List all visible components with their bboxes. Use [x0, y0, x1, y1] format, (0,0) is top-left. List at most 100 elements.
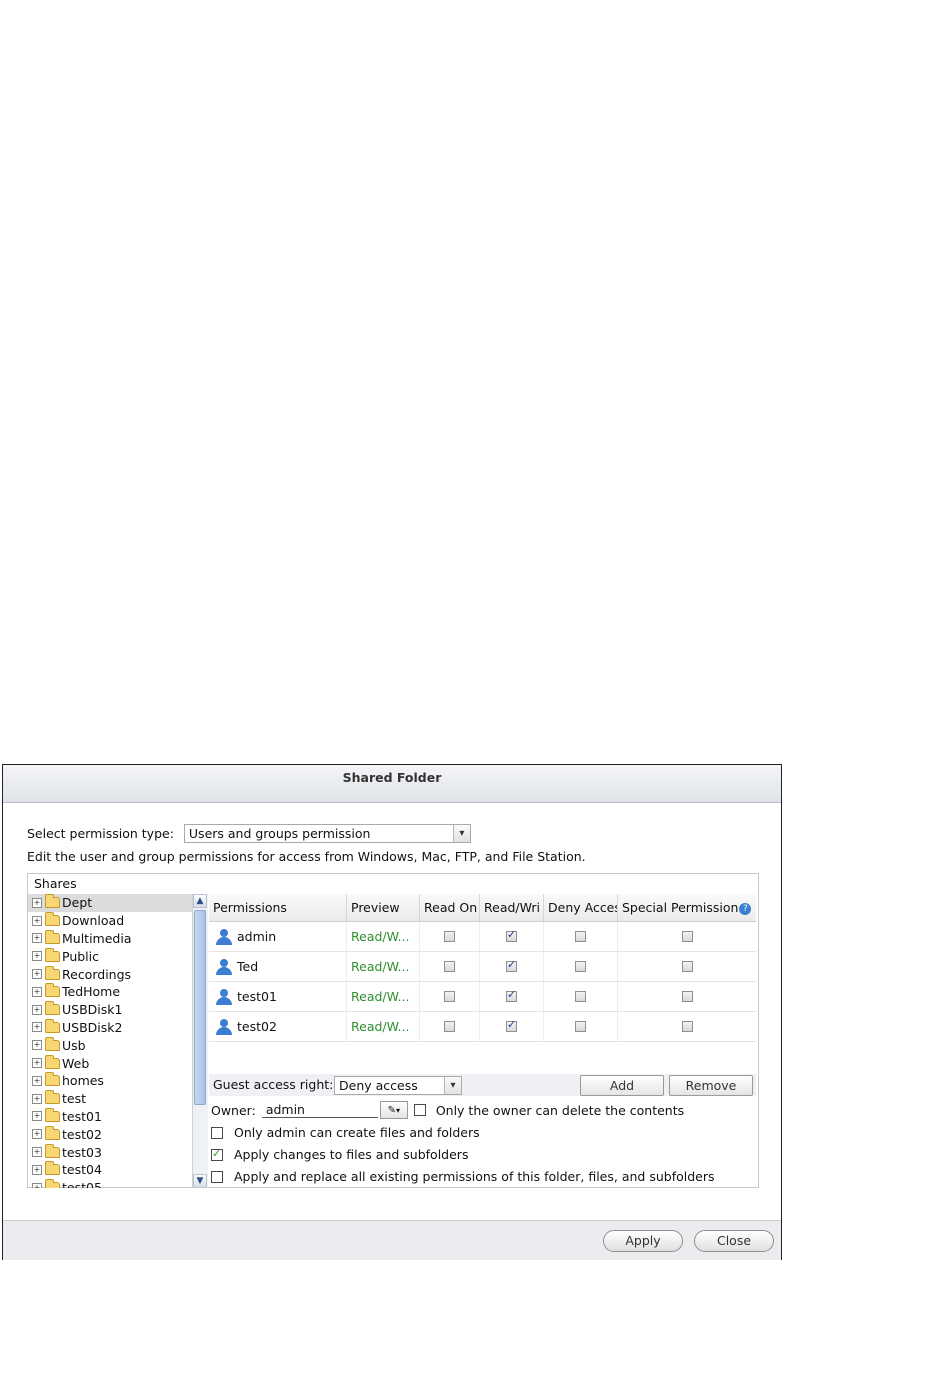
help-icon[interactable]: ? [739, 903, 752, 915]
apply-changes-checkbox[interactable] [211, 1147, 223, 1161]
remove-button[interactable]: Remove [669, 1075, 753, 1096]
share-item[interactable]: + Web [28, 1054, 192, 1072]
folder-icon [45, 1090, 60, 1105]
deny-access-checkbox[interactable] [575, 991, 586, 1002]
preview-cell: Read/W... [347, 952, 420, 981]
read-write-checkbox[interactable] [506, 958, 517, 972]
share-item[interactable]: + test03 [28, 1143, 192, 1161]
share-item[interactable]: + Recordings [28, 965, 192, 983]
read-write-checkbox[interactable] [506, 1018, 517, 1032]
user-name: test01 [237, 989, 277, 1004]
special-cell [618, 922, 756, 951]
share-item[interactable]: + test [28, 1090, 192, 1108]
expand-icon[interactable]: + [32, 986, 42, 997]
header-read-only[interactable]: Read On [420, 894, 480, 921]
folder-icon [45, 983, 60, 998]
expand-icon[interactable]: + [32, 1022, 42, 1033]
grid-body: admin Read/W... Ted Read/W... test01 Read/W..… [209, 922, 756, 1042]
permission-type-label: Select permission type: [27, 826, 174, 841]
add-button[interactable]: Add [580, 1075, 664, 1096]
share-item[interactable]: + TedHome [28, 983, 192, 1001]
share-item[interactable]: + test04 [28, 1161, 192, 1179]
read-only-checkbox[interactable] [444, 991, 455, 1002]
read-write-checkbox[interactable] [506, 928, 517, 942]
share-item[interactable]: + test01 [28, 1107, 192, 1126]
permission-type-select[interactable]: Users and groups permission ▾ [183, 824, 471, 843]
expand-icon[interactable]: + [32, 1147, 42, 1158]
scroll-up-icon[interactable]: ▲ [193, 894, 207, 908]
share-item[interactable]: + Download [28, 912, 192, 930]
share-item[interactable]: + Usb [28, 1036, 192, 1054]
permission-row[interactable]: admin Read/W... [209, 922, 756, 952]
expand-icon[interactable]: + [32, 1182, 42, 1188]
folder-icon [45, 1054, 60, 1069]
expand-icon[interactable]: + [32, 1075, 42, 1086]
folder-icon [45, 1107, 60, 1122]
only-admin-create-checkbox[interactable] [211, 1126, 223, 1139]
expand-icon[interactable]: + [32, 1164, 42, 1175]
share-name: homes [62, 1073, 104, 1089]
share-item[interactable]: + USBDisk2 [28, 1018, 192, 1037]
expand-icon[interactable]: + [32, 951, 42, 962]
scroll-thumb[interactable] [194, 910, 206, 1105]
read-only-checkbox[interactable] [444, 931, 455, 942]
read-only-cell [420, 952, 480, 981]
header-deny-access[interactable]: Deny Acces [544, 894, 618, 921]
special-cell [618, 1012, 756, 1041]
folder-icon [45, 1125, 60, 1140]
share-item[interactable]: + test05 [28, 1179, 192, 1188]
special-permission-checkbox[interactable] [681, 991, 693, 1002]
share-item[interactable]: + USBDisk1 [28, 1001, 192, 1019]
expand-icon[interactable]: + [32, 1111, 42, 1122]
owner-field[interactable]: admin [261, 1102, 378, 1118]
permission-row[interactable]: test01 Read/W... [209, 982, 756, 1012]
header-preview[interactable]: Preview [347, 894, 420, 921]
special-permission-checkbox[interactable] [681, 931, 693, 942]
apply-replace-checkbox[interactable] [211, 1170, 223, 1183]
apply-button[interactable]: Apply [603, 1230, 683, 1252]
expand-icon[interactable]: + [32, 897, 42, 908]
expand-icon[interactable]: + [32, 1004, 42, 1015]
only-owner-delete-checkbox[interactable] [413, 1104, 426, 1116]
share-item[interactable]: + Dept [28, 894, 192, 912]
close-button[interactable]: Close [694, 1230, 774, 1252]
deny-access-checkbox[interactable] [575, 931, 586, 942]
read-only-checkbox[interactable] [444, 961, 455, 972]
chevron-down-icon[interactable]: ▾ [452, 825, 470, 842]
share-item[interactable]: + test02 [28, 1125, 192, 1143]
header-permissions[interactable]: Permissions [209, 894, 347, 921]
shares-scrollbar[interactable]: ▲ ▼ [192, 894, 208, 1188]
deny-access-checkbox[interactable] [575, 1021, 586, 1032]
special-permission-checkbox[interactable] [681, 1021, 693, 1032]
expand-icon[interactable]: + [32, 915, 42, 926]
owner-edit-button[interactable]: ✎ ▾ [379, 1101, 408, 1119]
chevron-down-icon[interactable]: ▾ [444, 1077, 461, 1094]
share-item[interactable]: + Multimedia [28, 929, 192, 948]
apply-replace-label: Apply and replace all existing permissio… [234, 1169, 715, 1184]
expand-icon[interactable]: + [32, 1058, 42, 1069]
share-item[interactable]: + Public [28, 947, 192, 965]
permission-row[interactable]: test02 Read/W... [209, 1012, 756, 1042]
owner-value: admin [265, 1102, 305, 1117]
dialog-footer: Apply Close [3, 1220, 781, 1260]
header-read-write[interactable]: Read/Wri [480, 894, 544, 921]
read-only-checkbox[interactable] [444, 1021, 455, 1032]
expand-icon[interactable]: + [32, 1093, 42, 1104]
apply-changes-label: Apply changes to files and subfolders [234, 1147, 469, 1162]
share-name: Public [62, 948, 99, 964]
special-permission-checkbox[interactable] [681, 961, 693, 972]
guest-access-label: Guest access right: [213, 1077, 334, 1092]
dialog-title: Shared Folder [3, 765, 781, 803]
guest-access-select[interactable]: Deny access ▾ [334, 1076, 462, 1095]
deny-access-checkbox[interactable] [575, 961, 586, 972]
share-item[interactable]: + homes [28, 1072, 192, 1090]
expand-icon[interactable]: + [32, 1129, 42, 1140]
permission-row[interactable]: Ted Read/W... [209, 952, 756, 982]
scroll-down-icon[interactable]: ▼ [193, 1174, 207, 1188]
expand-icon[interactable]: + [32, 933, 42, 944]
expand-icon[interactable]: + [32, 969, 42, 980]
user-icon [215, 958, 233, 975]
header-special-permission[interactable]: Special Permission? [618, 894, 756, 921]
read-write-checkbox[interactable] [506, 988, 517, 1002]
expand-icon[interactable]: + [32, 1040, 42, 1051]
